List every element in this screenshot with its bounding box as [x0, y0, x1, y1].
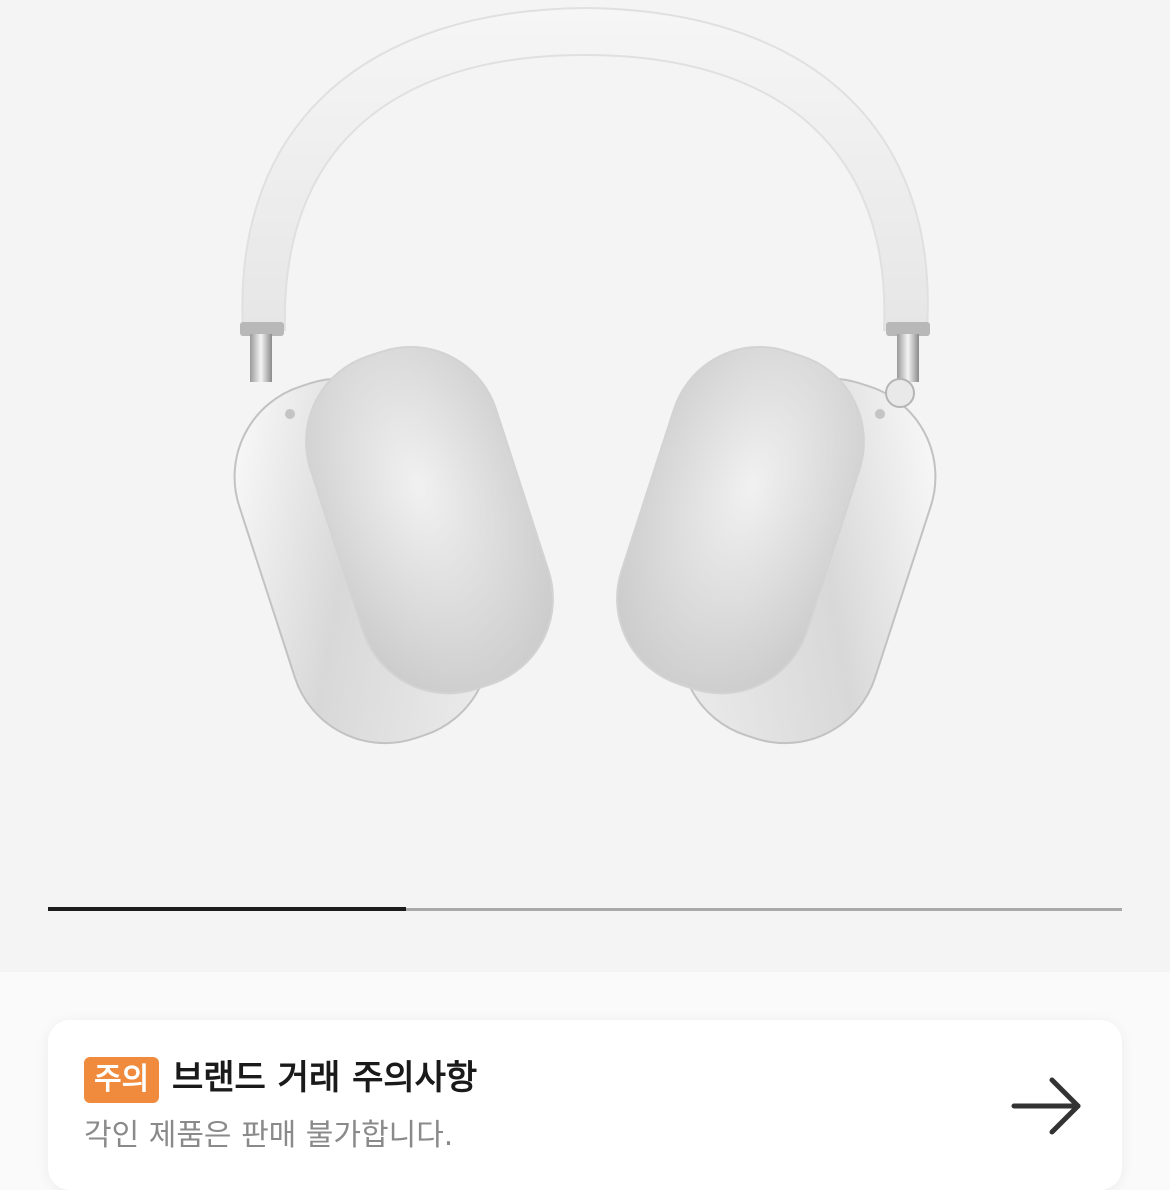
arrow-right-icon[interactable] [1008, 1072, 1088, 1140]
image-progress-indicator [48, 907, 406, 911]
brand-notice-card[interactable]: 주의 브랜드 거래 주의사항 각인 제품은 판매 불가합니다. [48, 1020, 1122, 1190]
image-progress-bar [48, 907, 1122, 911]
product-image-gallery[interactable] [0, 0, 1170, 972]
warning-badge: 주의 [84, 1057, 160, 1103]
headphones-image [233, 6, 937, 745]
notice-title: 브랜드 거래 주의사항 [172, 1058, 478, 1098]
notice-description: 각인 제품은 판매 불가합니다. [84, 1118, 454, 1153]
